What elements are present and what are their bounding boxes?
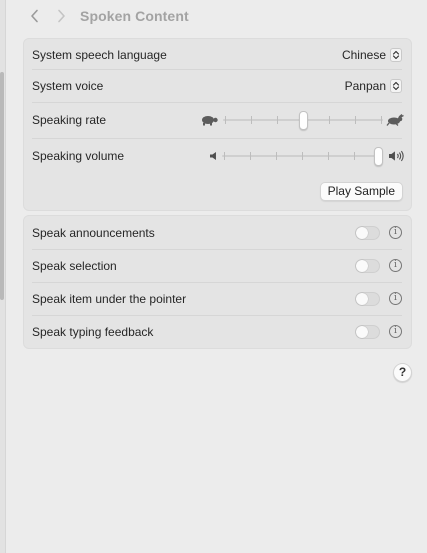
slider-tick	[249, 152, 251, 160]
speaker-high-icon	[389, 150, 404, 162]
divider	[32, 249, 402, 250]
system-speech-language-label: System speech language	[32, 47, 167, 62]
toggle-knob	[356, 226, 368, 239]
titlebar: Spoken Content	[22, 4, 189, 28]
sidebar-scrollbar[interactable]	[0, 72, 4, 300]
speak-option-row: Speak selection i	[32, 256, 402, 275]
speak-announcements-label: Speak announcements	[32, 225, 155, 240]
toggle-knob	[356, 292, 368, 305]
speak-option-row: Speak typing feedback i	[32, 322, 402, 341]
info-icon[interactable]: i	[389, 259, 402, 272]
speak-typing-feedback-toggle[interactable]	[355, 324, 380, 339]
popup-arrows-icon	[390, 78, 402, 93]
slider-tick	[223, 152, 225, 160]
slider-tick	[225, 116, 226, 124]
speak-options-group: Speak announcements i Speak selection i …	[23, 215, 412, 349]
chevron-right-icon	[58, 9, 65, 23]
system-voice-label: System voice	[32, 78, 104, 93]
slider-tick	[381, 116, 382, 124]
slider-tick	[251, 116, 252, 124]
slider-tick	[277, 116, 278, 124]
divider	[32, 102, 402, 103]
slider-tick	[275, 152, 277, 160]
info-icon[interactable]: i	[389, 226, 402, 239]
help-button[interactable]: ?	[393, 363, 412, 382]
divider	[32, 69, 402, 70]
speak-option-row: Speak item under the pointer i	[32, 289, 402, 308]
system-speech-language-value: Chinese	[341, 47, 386, 62]
divider	[32, 315, 402, 316]
system-voice-popup[interactable]: Panpan	[344, 78, 402, 93]
speak-selection-toggle[interactable]	[355, 258, 380, 273]
info-icon[interactable]: i	[389, 292, 402, 305]
toggle-knob	[356, 259, 368, 272]
divider	[32, 138, 402, 139]
play-sample-button[interactable]: Play Sample	[319, 182, 403, 201]
toggle-knob	[356, 325, 368, 338]
speak-item-under-pointer-toggle[interactable]	[355, 291, 380, 306]
page-title: Spoken Content	[80, 8, 189, 24]
system-speech-language-row: System speech language Chinese	[32, 45, 402, 64]
speaker-low-icon	[209, 152, 216, 160]
slider-tick	[329, 116, 330, 124]
speaking-rate-knob[interactable]	[299, 111, 308, 130]
speak-item-under-pointer-label: Speak item under the pointer	[32, 291, 187, 306]
back-button[interactable]	[22, 4, 48, 28]
popup-arrows-icon	[390, 47, 402, 62]
speaking-rate-control	[200, 110, 404, 130]
speak-option-row: Speak announcements i	[32, 223, 402, 242]
system-voice-row: System voice Panpan	[32, 76, 402, 95]
speaking-rate-slider[interactable]	[223, 110, 383, 130]
speaking-volume-control	[209, 146, 405, 166]
speech-settings-group: System speech language Chinese System vo…	[23, 38, 412, 211]
speaking-volume-knob[interactable]	[373, 147, 383, 166]
speak-selection-label: Speak selection	[32, 258, 117, 273]
speaking-volume-slider[interactable]	[221, 146, 384, 166]
chevron-left-icon	[31, 9, 38, 23]
system-voice-value: Panpan	[344, 78, 386, 93]
info-icon[interactable]: i	[389, 325, 402, 338]
system-speech-language-popup[interactable]: Chinese	[341, 47, 402, 62]
turtle-icon	[202, 116, 218, 126]
hare-icon	[386, 114, 404, 126]
slider-tick	[327, 152, 329, 160]
slider-tick	[353, 152, 355, 160]
speak-announcements-toggle[interactable]	[355, 225, 380, 240]
speak-typing-feedback-label: Speak typing feedback	[32, 324, 154, 339]
forward-button[interactable]	[48, 4, 74, 28]
slider-tick	[301, 152, 303, 160]
divider	[32, 282, 402, 283]
slider-tick	[355, 116, 356, 124]
